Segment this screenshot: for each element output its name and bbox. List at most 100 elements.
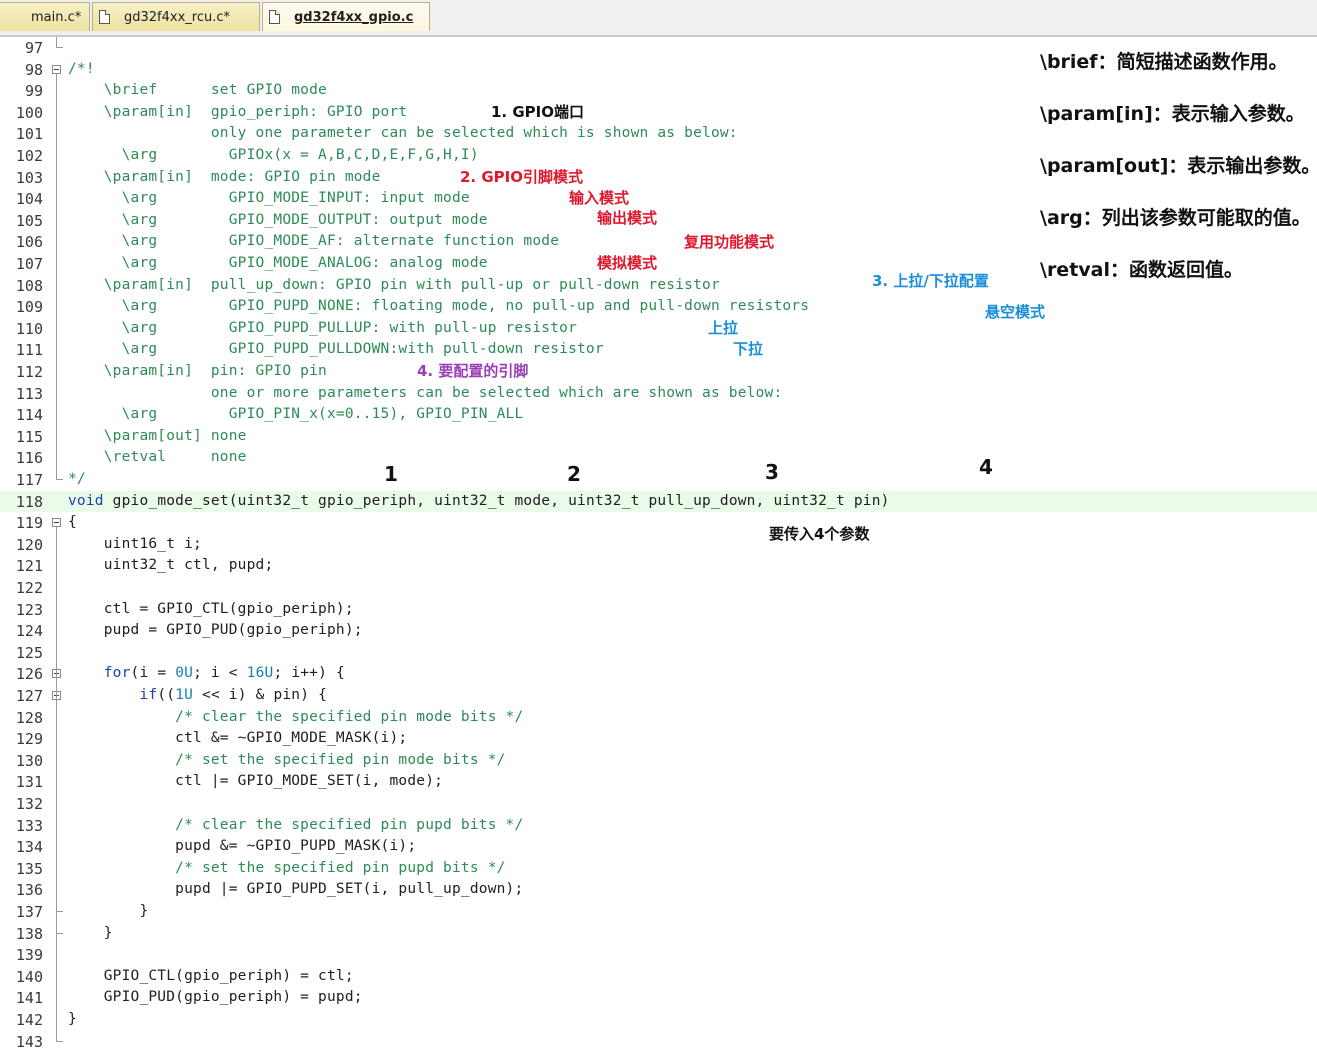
code-line: 129 ctl &= ~GPIO_MODE_MASK(i);	[0, 728, 1317, 750]
code-editor[interactable]: 97 98 /*! 99 \brief set GPIO mode 100 \param…	[0, 37, 1317, 1051]
file-icon	[269, 10, 280, 24]
code-line: 120 uint16_t i;	[0, 534, 1317, 556]
fold-end-marker	[56, 469, 63, 480]
code-text: \param[in] pull_up_down: GPIO pin with p…	[68, 276, 720, 293]
line-number: 143	[15, 1032, 43, 1051]
tab-label: main.c*	[31, 9, 82, 25]
code-text: \arg GPIO_MODE_ANALOG: analog mode	[68, 255, 488, 271]
code-line: 130 /* set the specified pin mode bits *…	[0, 750, 1317, 772]
line-number: 131	[15, 773, 43, 792]
code-text: \arg GPIOx(x = A,B,C,D,E,F,G,H,I)	[68, 147, 479, 163]
line-number: 114	[15, 406, 43, 425]
line-number: 116	[15, 449, 43, 468]
line-number: 113	[15, 384, 43, 403]
code-text: }	[68, 903, 149, 919]
code-line: 139	[0, 944, 1317, 966]
editor-tab-bar: main.c* gd32f4xx_rcu.c* gd32f4xx_gpio.c	[0, 0, 1317, 37]
legend-arg: \arg：列出该参数可能取的值。	[1040, 207, 1311, 229]
line-number: 126	[15, 665, 43, 684]
line-number: 127	[15, 687, 43, 705]
code-line: 116 \retval none	[0, 447, 1317, 469]
annotation-analog-mode: 模拟模式	[597, 254, 658, 272]
code-text: ctl &= ~GPIO_MODE_MASK(i);	[68, 730, 408, 747]
code-text: uint16_t i;	[68, 535, 202, 552]
code-line: 109 \arg GPIO_PUPD_NONE: floating mode, …	[0, 296, 1317, 318]
code-text: pupd = GPIO_PUD(gpio_periph);	[68, 622, 363, 639]
annotation-four-params: 要传入4个参数	[769, 525, 870, 543]
line-number: 107	[15, 255, 43, 273]
fold-end-marker	[56, 901, 63, 912]
param-number-4: 4	[979, 455, 993, 479]
code-line: 124 pupd = GPIO_PUD(gpio_periph);	[0, 620, 1317, 642]
code-text: \arg GPIO_MODE_AF: alternate function mo…	[68, 233, 560, 250]
fold-collapse-icon[interactable]	[52, 64, 61, 74]
code-line: 113 one or more parameters can be select…	[0, 383, 1317, 405]
line-number: 97	[24, 39, 43, 57]
code-text: \arg GPIO_PUPD_PULLDOWN:with pull-down r…	[68, 341, 604, 358]
line-number: 105	[15, 211, 43, 230]
annotation-pull-down: 下拉	[733, 340, 764, 358]
param-number-3: 3	[765, 460, 779, 484]
line-number: 140	[15, 967, 43, 986]
tab-label: gd32f4xx_gpio.c	[294, 9, 414, 25]
line-number: 138	[15, 924, 43, 943]
code-text: \param[in] gpio_periph: GPIO port	[68, 103, 408, 120]
param-number-1: 1	[384, 462, 398, 486]
code-line: 106 \arg GPIO_MODE_AF: alternate functio…	[0, 231, 1317, 253]
annotation-input-mode: 输入模式	[569, 189, 630, 207]
annotation-pin-to-configure: 4. 要配置的引脚	[417, 362, 529, 380]
line-number: 106	[15, 233, 43, 252]
code-text: }	[68, 924, 113, 941]
code-text: void gpio_mode_set(uint32_t gpio_periph,…	[68, 492, 890, 509]
code-text: {	[68, 514, 77, 531]
code-line: 117 */	[0, 469, 1317, 491]
param-number-2: 2	[567, 462, 581, 486]
line-number: 112	[15, 363, 43, 381]
code-line: 133 /* clear the specified pin pupd bits…	[0, 815, 1317, 837]
line-number: 142	[15, 1011, 43, 1029]
code-text: pupd |= GPIO_PUPD_SET(i, pull_up_down);	[68, 881, 524, 898]
legend-param-out: \param[out]：表示输出参数。	[1040, 155, 1317, 177]
line-number: 103	[15, 168, 43, 187]
code-text: GPIO_PUD(gpio_periph) = pupd;	[68, 989, 363, 1006]
line-number: 136	[15, 881, 43, 900]
tab-main-c[interactable]: main.c*	[0, 2, 90, 31]
line-number: 123	[15, 600, 43, 619]
line-number: 115	[15, 427, 43, 446]
line-number: 141	[15, 989, 43, 1008]
code-line: 132	[0, 793, 1317, 815]
code-line: 122	[0, 577, 1317, 599]
line-number: 125	[15, 643, 43, 662]
code-text: \param[in] mode: GPIO pin mode	[68, 168, 381, 185]
code-line: 142}	[0, 1009, 1317, 1031]
legend-brief: \brief：简短描述函数作用。	[1040, 51, 1288, 73]
code-text: for(i = 0U; i < 16U; i++) {	[103, 665, 345, 682]
line-number: 135	[15, 859, 43, 878]
code-line: 135 /* set the specified pin pupd bits *…	[0, 858, 1317, 880]
legend-param-in: \param[in]：表示输入参数。	[1040, 103, 1305, 125]
annotation-gpio-pin-mode: 2. GPIO引脚模式	[460, 168, 583, 186]
line-number: 122	[15, 579, 43, 597]
code-line: 127 if((1U << i) & pin) {	[0, 685, 1317, 707]
line-number: 101	[15, 125, 43, 144]
line-number: 133	[15, 816, 43, 835]
code-text: \brief set GPIO mode	[68, 82, 327, 99]
line-number: 118	[15, 492, 43, 511]
code-line: 101 only one parameter can be selected w…	[0, 123, 1317, 145]
tab-gd32f4xx-rcu-c[interactable]: gd32f4xx_rcu.c*	[92, 2, 260, 31]
line-number: 120	[15, 535, 43, 554]
line-number: 104	[15, 190, 43, 209]
code-text: \arg GPIO_PIN_x(x=0..15), GPIO_PIN_ALL	[68, 406, 524, 423]
fold-collapse-icon[interactable]	[52, 518, 61, 528]
line-number: 108	[15, 276, 43, 295]
code-text: ctl = GPIO_CTL(gpio_periph);	[68, 600, 354, 617]
code-line: 136 pupd |= GPIO_PUPD_SET(i, pull_up_dow…	[0, 879, 1317, 901]
fold-guide	[56, 527, 57, 1042]
line-number: 110	[15, 319, 43, 338]
code-text: */	[68, 471, 86, 487]
code-text: pupd &= ~GPIO_PUPD_MASK(i);	[68, 838, 417, 855]
line-number: 139	[15, 946, 43, 965]
line-number: 128	[15, 708, 43, 727]
line-number: 121	[15, 557, 43, 576]
tab-gd32f4xx-gpio-c[interactable]: gd32f4xx_gpio.c	[262, 2, 430, 31]
